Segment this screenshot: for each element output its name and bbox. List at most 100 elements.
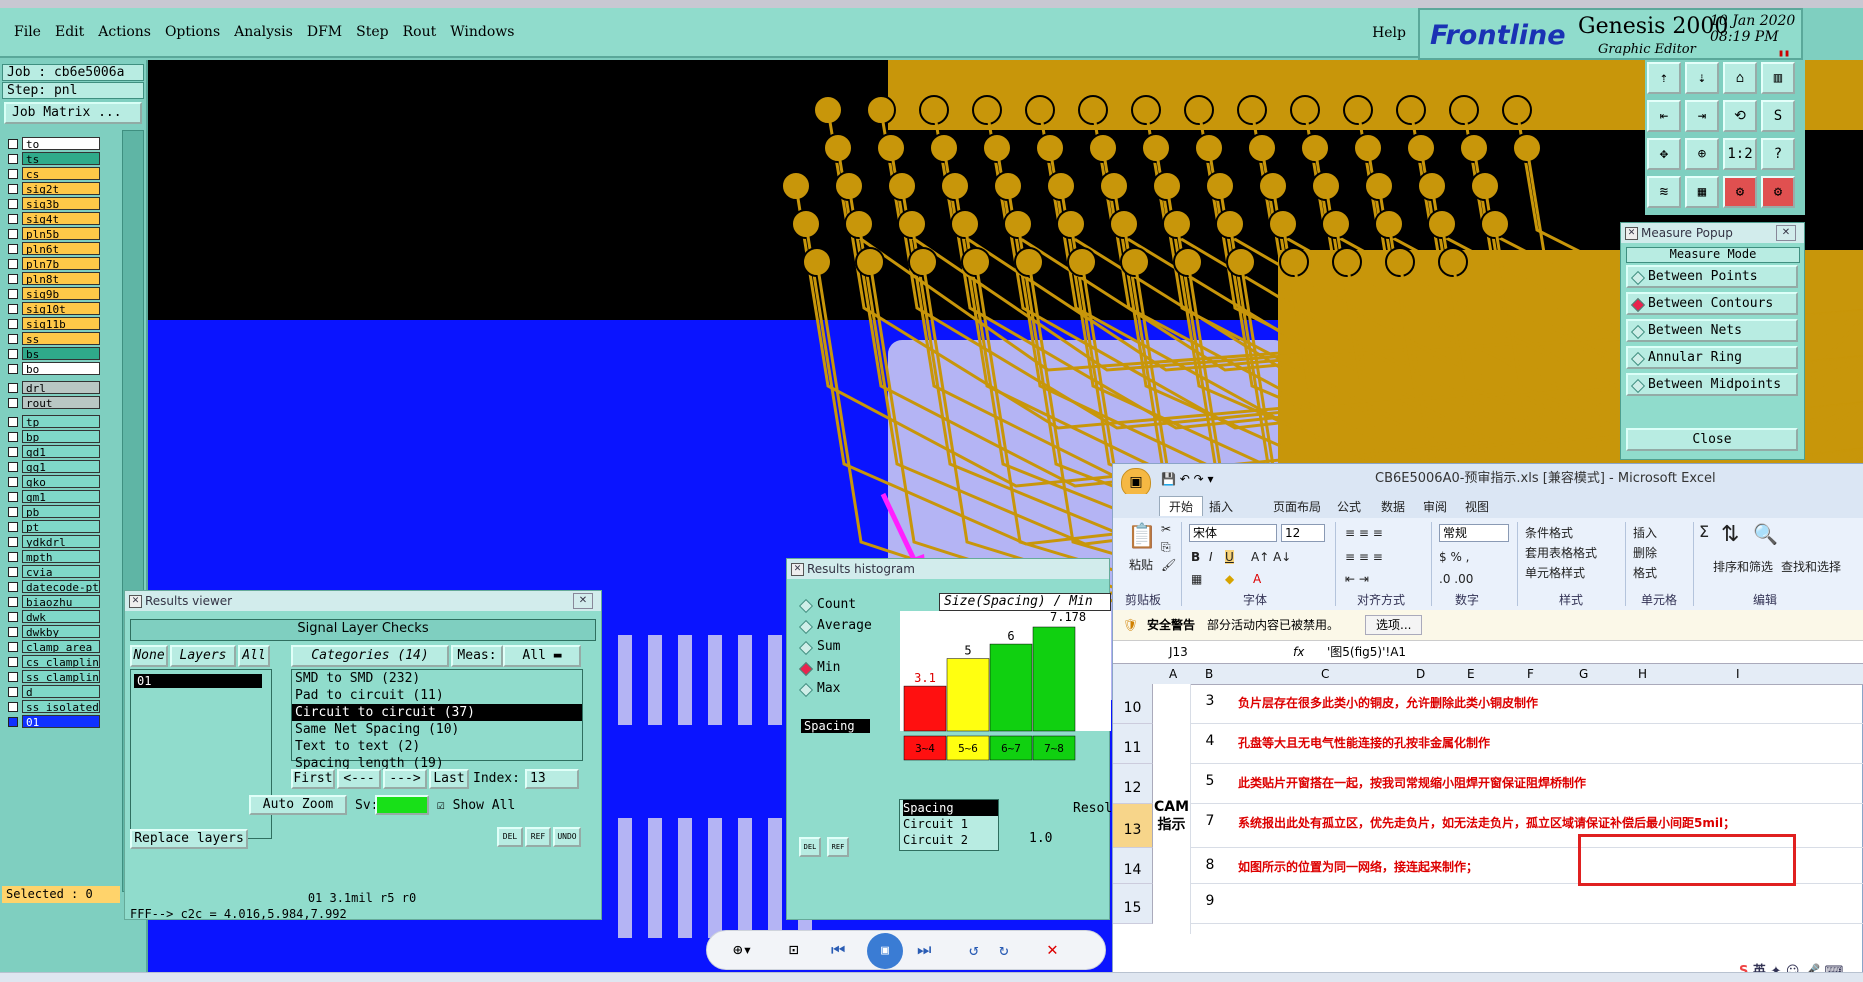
layer-name[interactable]: sig10t <box>22 302 100 315</box>
quick-access-toolbar[interactable]: 💾 ↶ ↷ ▾ <box>1161 464 1214 494</box>
layer-checkbox[interactable] <box>8 596 18 607</box>
tool-button-icon[interactable]: ⚙ <box>1761 176 1795 208</box>
layer-checkbox[interactable] <box>8 318 18 329</box>
layer-name[interactable]: pt <box>22 520 100 533</box>
layer-row[interactable]: 01 <box>4 714 120 729</box>
ribbon-tab[interactable]: 公式 <box>1337 498 1361 515</box>
cam-cell[interactable]: CAM 指示 <box>1153 684 1191 934</box>
font-name-combo[interactable]: 宋体 <box>1189 524 1277 542</box>
layer-name[interactable]: sig4t <box>22 212 100 225</box>
layer-name[interactable]: bo <box>22 362 100 375</box>
ref-button[interactable]: REF <box>525 827 551 847</box>
layer-name[interactable]: cs <box>22 167 100 180</box>
layer-row[interactable]: dwkby <box>4 624 120 639</box>
tool-button-icon[interactable]: ? <box>1761 138 1795 170</box>
layer-checkbox[interactable] <box>8 416 18 427</box>
layer-name[interactable]: biaozhu <box>22 595 100 608</box>
categories-list[interactable]: SMD to SMD (232) Pad to circuit (11) Circu… <box>291 669 583 771</box>
layer-row[interactable]: ts <box>4 151 120 166</box>
meas-dropdown[interactable]: All ▬ <box>503 645 581 667</box>
menu-file[interactable]: File <box>14 24 41 40</box>
window-menu-icon[interactable]: ✕ <box>1625 227 1638 240</box>
number-format-combo[interactable]: 常规 <box>1439 524 1509 542</box>
format-button[interactable]: 格式 <box>1633 564 1657 581</box>
replace-layers-dropdown[interactable]: Replace layers <box>130 829 248 849</box>
first-button[interactable]: First <box>291 769 335 789</box>
measure-option[interactable]: Annular Ring <box>1626 346 1798 369</box>
show-all-checkbox[interactable]: ☑ Show All <box>437 798 515 813</box>
layer-row[interactable]: d <box>4 684 120 699</box>
layer-row[interactable]: ss_isolated <box>4 699 120 714</box>
options-button[interactable]: 选项... <box>1365 615 1423 635</box>
layer-name[interactable]: rout <box>22 396 100 409</box>
ref-button[interactable]: REF <box>827 837 849 857</box>
layer-row[interactable]: sig9b <box>4 286 120 301</box>
row-header[interactable]: 11 <box>1113 724 1153 764</box>
layer-checkbox[interactable] <box>8 303 18 314</box>
layer-row[interactable]: tp <box>4 414 120 429</box>
layer-checkbox[interactable] <box>8 716 18 727</box>
layer-checkbox[interactable] <box>8 641 18 652</box>
layer-row[interactable]: pln5b <box>4 226 120 241</box>
find-icon[interactable]: 🔍 <box>1753 522 1778 546</box>
menu-windows[interactable]: Windows <box>450 24 514 40</box>
layer-name[interactable]: 01 <box>22 715 100 728</box>
row-header[interactable]: 14 <box>1113 848 1153 884</box>
layer-checkbox[interactable] <box>8 153 18 164</box>
grow-font-icon[interactable]: A↑ A↓ <box>1251 550 1291 564</box>
next-button[interactable]: ---> <box>383 769 427 789</box>
layer-checkbox[interactable] <box>8 521 18 532</box>
table-row[interactable]: 9 <box>1153 884 1863 924</box>
column-header[interactable]: D <box>1416 667 1425 681</box>
layer-row[interactable]: mpth <box>4 549 120 564</box>
layer-checkbox[interactable] <box>8 213 18 224</box>
bold-button[interactable]: B <box>1191 550 1200 564</box>
category-item[interactable]: Circuit to circuit (37) <box>292 704 582 721</box>
menu-rout[interactable]: Rout <box>403 24 437 40</box>
layer-row[interactable]: ydkdrl <box>4 534 120 549</box>
table-row[interactable]: 5 此类贴片开窗搭在一起，按我司常规缩小阻焊开窗保证阻焊桥制作 <box>1153 764 1863 804</box>
delete-button[interactable]: 删除 <box>1633 544 1657 561</box>
window-menu-icon[interactable]: ✕ <box>791 563 804 576</box>
layer-checkbox[interactable] <box>8 431 18 442</box>
layer-checkbox[interactable] <box>8 551 18 562</box>
menu-edit[interactable]: Edit <box>55 24 84 40</box>
fill-color-icon[interactable]: ◆ <box>1225 572 1234 586</box>
results-viewer-titlebar[interactable]: ✕ Results viewer ✕ <box>125 591 601 611</box>
layer-checkbox[interactable] <box>8 671 18 682</box>
paste-button[interactable]: 粘贴 <box>1129 556 1153 573</box>
layer-name[interactable]: ydkdrl <box>22 535 100 548</box>
font-color-icon[interactable]: A <box>1253 572 1261 586</box>
zoom-icon[interactable]: ⊕▾ <box>733 940 752 959</box>
layer-row[interactable]: cs_clampline <box>4 654 120 669</box>
layer-checkbox[interactable] <box>8 701 18 712</box>
close-icon[interactable]: ✕ <box>1776 225 1796 241</box>
align-top-icon[interactable]: ≡ ≡ ≡ <box>1345 526 1383 540</box>
rotate-right-icon[interactable]: ↻ <box>999 940 1009 959</box>
underline-button[interactable]: U <box>1225 550 1234 564</box>
layer-row[interactable]: bp <box>4 429 120 444</box>
menu-options[interactable]: Options <box>165 24 220 40</box>
layer-row[interactable]: drl <box>4 380 120 395</box>
undo-button[interactable]: UNDO <box>553 827 581 847</box>
layer-name[interactable]: datecode-pt <box>22 580 100 593</box>
layer-checkbox[interactable] <box>8 363 18 374</box>
column-header[interactable]: F <box>1527 667 1534 681</box>
layer-checkbox[interactable] <box>8 446 18 457</box>
layer-row[interactable]: pln7b <box>4 256 120 271</box>
layer-name[interactable]: pln8t <box>22 272 100 285</box>
histogram-option[interactable]: Average <box>798 618 872 635</box>
fit-icon[interactable]: ⊡ <box>789 940 799 959</box>
layer-row[interactable]: pln8t <box>4 271 120 286</box>
tool-button-icon[interactable]: ⌂ <box>1723 62 1757 94</box>
layer-checkbox[interactable] <box>8 183 18 194</box>
layer-name[interactable]: pln5b <box>22 227 100 240</box>
histogram-option[interactable]: Count <box>798 597 856 614</box>
del-button[interactable]: DEL <box>497 827 523 847</box>
layer-row[interactable]: gm1 <box>4 489 120 504</box>
sum-icon[interactable]: Σ <box>1699 522 1709 541</box>
tool-button-icon[interactable]: S <box>1761 100 1795 132</box>
measure-option[interactable]: Between Midpoints <box>1626 373 1798 396</box>
column-header[interactable]: G <box>1579 667 1588 681</box>
histogram-option[interactable]: Max <box>798 681 840 698</box>
